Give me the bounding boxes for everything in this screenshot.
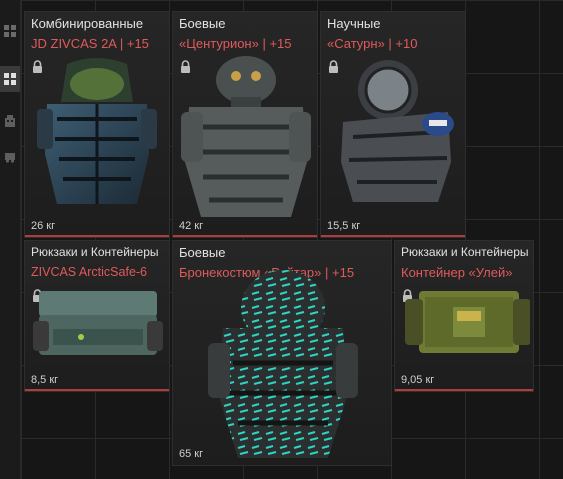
item-image xyxy=(405,291,530,353)
item-name: ZIVCAS ArcticSafe-6 xyxy=(31,265,148,279)
item-name: JD ZIVCAS 2A | +15 xyxy=(31,36,149,51)
sidebar-truck-button[interactable] xyxy=(0,144,20,170)
truck-icon xyxy=(5,153,15,163)
item-category: Рюкзаки и Контейнеры xyxy=(31,245,159,259)
item-weight: 9,05 кг xyxy=(401,374,435,386)
sidebar-building-button[interactable] xyxy=(0,108,20,134)
item-name: Контейнер «Улей» xyxy=(401,265,513,280)
inventory-item-card[interactable]: Комбинированные JD ZIVCAS 2A | +15 26 кг xyxy=(24,11,170,238)
category-sidebar xyxy=(0,0,21,479)
inventory-item-card[interactable]: Боевые «Центурион» | +15 42 кг xyxy=(172,11,318,238)
item-weight: 42 кг xyxy=(179,220,204,232)
inventory-item-card[interactable]: Научные «Сатурн» | +10 15,5 кг xyxy=(320,11,466,238)
item-name: «Центурион» | +15 xyxy=(179,36,292,51)
inventory-item-card[interactable]: Боевые Бронекостюм «Рейтар» | +15 65 кг xyxy=(172,240,392,466)
item-category: Рюкзаки и Контейнеры xyxy=(401,245,529,259)
item-underline xyxy=(25,235,169,237)
item-image xyxy=(33,291,163,355)
item-category: Комбинированные xyxy=(31,16,144,31)
item-image xyxy=(341,60,454,202)
item-category: Научные xyxy=(327,16,381,31)
item-image xyxy=(181,56,311,217)
inventory-item-card[interactable]: Рюкзаки и Контейнеры ZIVCAS ArcticSafe-6… xyxy=(24,240,170,392)
grid-icon xyxy=(4,73,16,85)
item-weight: 65 кг xyxy=(179,448,204,460)
building-icon xyxy=(5,115,15,127)
item-category: Боевые xyxy=(179,245,226,260)
sidebar-grid-button-2[interactable] xyxy=(0,66,20,92)
sidebar-grid-button-1[interactable] xyxy=(0,18,20,44)
inventory-item-card[interactable]: Рюкзаки и Контейнеры Контейнер «Улей» 9,… xyxy=(394,240,534,392)
item-weight: 26 кг xyxy=(31,220,56,232)
item-underline xyxy=(395,389,533,391)
item-underline xyxy=(321,235,465,237)
item-underline xyxy=(25,389,169,391)
item-image xyxy=(37,58,157,204)
item-weight: 15,5 кг xyxy=(327,220,361,232)
item-weight: 8,5 кг xyxy=(31,374,59,386)
item-category: Боевые xyxy=(179,16,226,31)
item-name: «Сатурн» | +10 xyxy=(327,36,418,51)
item-image xyxy=(208,270,358,458)
grid-icon xyxy=(4,25,16,37)
item-underline xyxy=(173,235,317,237)
